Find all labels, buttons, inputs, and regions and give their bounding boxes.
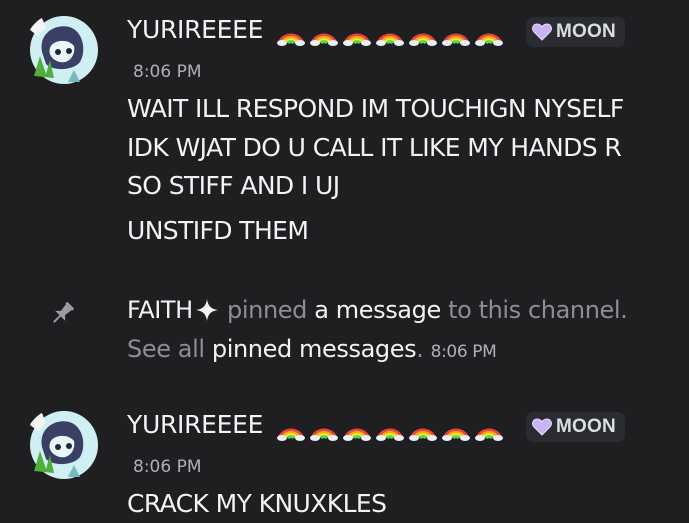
rainbow-emoji-icon [376, 428, 404, 441]
rainbow-emoji-icon [475, 428, 503, 441]
rainbow-emoji-icon [475, 33, 503, 46]
rainbow-emoji-icon [409, 428, 437, 441]
message-timestamp[interactable]: 8:06 PM [133, 62, 202, 82]
rainbow-badge-row [276, 17, 507, 47]
role-tag[interactable]: MOON [526, 17, 625, 47]
pin-icon [53, 302, 74, 323]
rainbow-emoji-icon [277, 428, 305, 441]
heart-icon [532, 23, 552, 41]
heart-icon [532, 418, 552, 436]
rainbow-emoji-icon [442, 428, 470, 441]
role-tag[interactable]: MOON [526, 412, 625, 442]
sparkle-icon [195, 299, 218, 321]
rainbow-emoji-icon [442, 33, 470, 46]
see-all-text: See all [127, 335, 205, 363]
pin-notice-line: FAITH pinned a message to this channel. [127, 296, 628, 324]
pin-notice-period: . [416, 335, 424, 363]
role-name: MOON [556, 416, 616, 437]
message-text-line: UNSTIFD THEM [127, 216, 309, 245]
pin-notice-text: to this channel. [448, 296, 628, 324]
message-timestamp[interactable]: 8:06 PM [133, 457, 202, 477]
rainbow-emoji-icon [310, 428, 338, 441]
role-name: MOON [556, 21, 616, 42]
pin-notice-line: See all pinned messages. 8:06 PM [127, 335, 497, 363]
pin-notice-user[interactable]: FAITH [127, 296, 193, 324]
pin-notice-text: pinned [227, 296, 307, 324]
avatar-image [24, 407, 100, 483]
rainbow-emoji-icon [310, 33, 338, 46]
rainbow-emoji-icon [343, 428, 371, 441]
rainbow-emoji-icon [277, 33, 305, 46]
message-text-line: CRACK MY KNUXKLES [127, 489, 387, 518]
avatar-image [24, 12, 100, 88]
rainbow-emoji-icon [343, 33, 371, 46]
message-author-name[interactable]: YURIREEEE [127, 15, 263, 44]
user-avatar[interactable] [24, 407, 100, 483]
message-text-line: SO STIFF AND I UJ [127, 171, 340, 200]
pinned-message-link[interactable]: a message [314, 296, 441, 324]
rainbow-emoji-icon [409, 33, 437, 46]
message-text-line: WAIT ILL RESPOND IM TOUCHIGN NYSELF [127, 94, 624, 123]
user-avatar[interactable] [24, 12, 100, 88]
rainbow-emoji-icon [376, 33, 404, 46]
message-author-name[interactable]: YURIREEEE [127, 410, 263, 439]
message-text-line: IDK WJAT DO U CALL IT LIKE MY HANDS R [127, 133, 622, 162]
rainbow-badge-row [276, 412, 507, 442]
pinned-messages-link[interactable]: pinned messages [212, 335, 417, 363]
pin-notice-timestamp[interactable]: 8:06 PM [431, 342, 497, 362]
